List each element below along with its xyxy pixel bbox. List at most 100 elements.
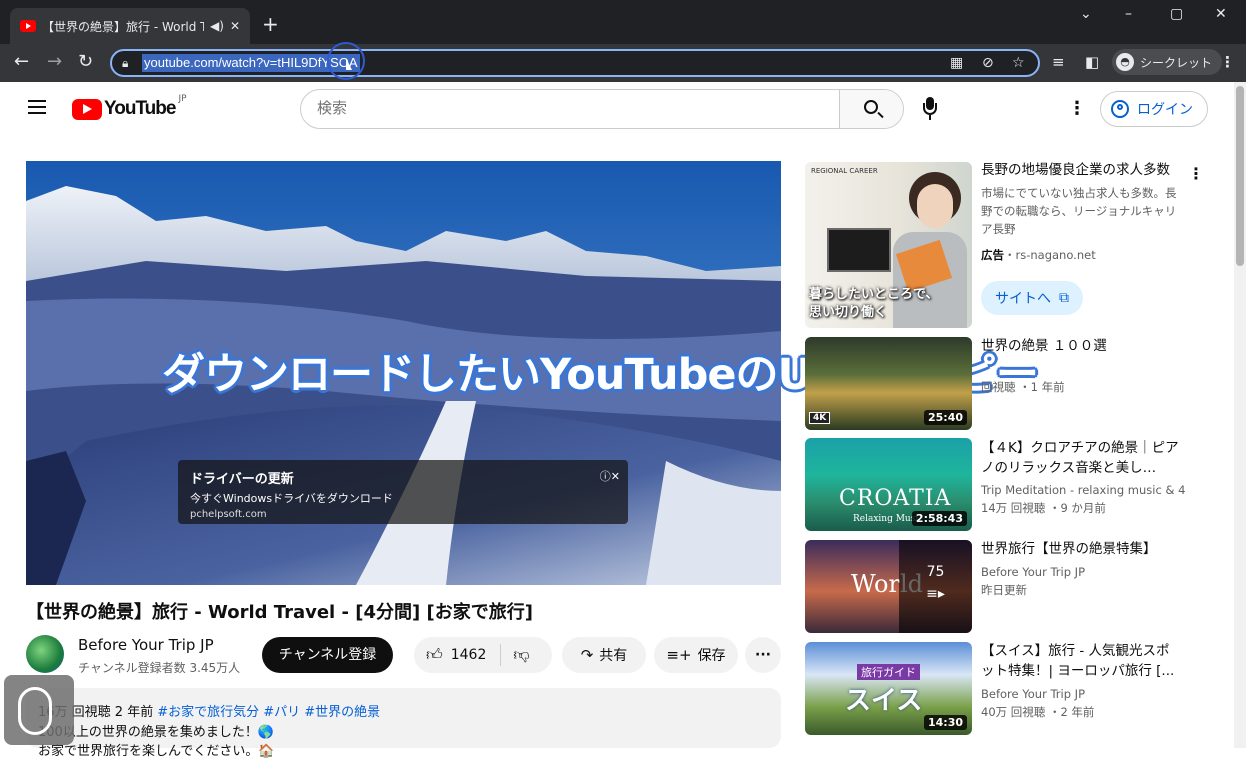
video-channel[interactable]: Trip Meditation - relaxing music & 4k… xyxy=(981,482,1186,499)
subscriber-count: チャンネル登録者数 3.45万人 xyxy=(78,661,241,675)
lock-icon[interactable]: 🔒︎ xyxy=(122,56,128,71)
address-bar[interactable]: 🔒︎ youtube.com/watch?v=tHIL9DfYSOA ▦ ⊘ ☆ xyxy=(110,49,1040,77)
more-actions-button[interactable]: ··· xyxy=(745,637,781,673)
video-thumbnail[interactable]: 4K 25:40 xyxy=(805,337,972,430)
video-meta: 14万 回視聴 ・9 か月前 xyxy=(981,501,1106,515)
youtube-wordmark: YouTube xyxy=(104,98,176,119)
like-icon[interactable]: 👍︎ xyxy=(426,645,443,665)
video-channel[interactable]: Before Your Trip JP xyxy=(981,686,1186,703)
video-duration: 14:30 xyxy=(923,715,967,730)
thumb-text: スイス xyxy=(845,686,923,716)
playlist-title-link[interactable]: 世界旅行【世界の絶景特集】 xyxy=(981,539,1181,559)
thumb-subtext: 旅行ガイド xyxy=(857,664,920,680)
bookmark-star-icon[interactable]: ☆ xyxy=(1012,55,1025,71)
mouse-indicator-icon xyxy=(18,687,52,735)
description-stats: 16万 回視聴 2 年前 #お家で旅行気分 #パリ #世界の絶景 xyxy=(38,701,380,720)
tab-close-icon[interactable]: ✕ xyxy=(230,19,240,33)
playlist-count-overlay: 75 ≡▸ xyxy=(899,540,972,633)
login-button[interactable]: ログイン xyxy=(1100,91,1208,127)
thumb-subtext: Relaxing Musi xyxy=(853,514,919,524)
overlay-ad[interactable]: ドライバーの更新 今すぐWindowsドライバをダウンロード pchelpsof… xyxy=(178,460,628,524)
reload-icon[interactable]: ↻ xyxy=(78,52,93,72)
video-title-link[interactable]: 【４K】クロアチアの絶景｜ピアノのリラックス音楽と美し… xyxy=(981,438,1181,478)
ad-sponsor: 広告・rs-nagano.net xyxy=(981,248,1096,262)
hamburger-menu-icon[interactable] xyxy=(28,100,46,114)
visit-site-label: サイトへ xyxy=(995,291,1051,307)
page-scrollbar[interactable] xyxy=(1234,82,1246,748)
screen-touch-indicator xyxy=(4,675,74,745)
person-face xyxy=(917,184,953,228)
video-meta: 回視聴 ・1 年前 xyxy=(981,380,1065,394)
visit-site-button[interactable]: サイトへ ⧉ xyxy=(981,281,1083,315)
youtube-favicon-icon xyxy=(20,20,36,32)
browser-tab[interactable]: 【世界の絶景】旅行 - World Tr ◀) ✕ xyxy=(10,8,250,44)
save-playlist-icon: ≡+ xyxy=(666,646,692,664)
channel-name[interactable]: Before Your Trip JP xyxy=(78,636,214,654)
hashtags[interactable]: #お家で旅行気分 #パリ #世界の絶景 xyxy=(157,705,380,720)
subscribe-button[interactable]: チャンネル登録 xyxy=(262,637,393,673)
side-panel-icon[interactable]: ◧ xyxy=(1085,53,1099,71)
settings-kebab-icon[interactable]: ⋮ xyxy=(1068,98,1086,119)
incognito-indicator[interactable]: ◓ シークレット xyxy=(1112,49,1223,75)
monitor xyxy=(827,228,891,272)
ad-thumbnail[interactable]: REGIONAL CAREER 暮らしたいところで、 思い切り働く xyxy=(805,162,972,328)
youtube-play-logo-icon xyxy=(72,98,102,120)
account-icon xyxy=(1111,100,1129,118)
like-dislike-group: 👍︎ 1462 👎︎ xyxy=(414,637,552,673)
maximize-button[interactable]: ▢ xyxy=(1170,6,1183,22)
share-label: 共有 xyxy=(599,648,628,664)
search-box xyxy=(300,89,904,129)
video-title-link[interactable]: 世界の絶景 １００選 xyxy=(981,336,1181,356)
forward-arrow-icon[interactable]: → xyxy=(47,52,62,72)
overlay-ad-close-icon[interactable]: ⓘ✕ xyxy=(600,468,620,484)
save-button[interactable]: ≡+ 保存 xyxy=(654,637,738,673)
qr-code-icon[interactable]: ▦ xyxy=(950,55,963,71)
tracking-blocked-icon[interactable]: ⊘ xyxy=(982,55,994,71)
new-tab-button[interactable]: + xyxy=(262,14,279,34)
youtube-header: YouTube JP ⋮ ログイン xyxy=(0,82,1234,138)
incognito-label: シークレット xyxy=(1140,55,1213,70)
share-button[interactable]: ↷ 共有 xyxy=(562,637,646,673)
close-window-button[interactable]: ✕ xyxy=(1215,6,1227,22)
ad-brand: REGIONAL CAREER xyxy=(811,167,878,175)
video-duration: 25:40 xyxy=(923,410,967,425)
overlay-ad-domain: pchelpsoft.com xyxy=(190,509,267,520)
divider xyxy=(500,644,502,666)
playlist-thumbnail[interactable]: World 75 ≡▸ xyxy=(805,540,972,633)
save-label: 保存 xyxy=(697,648,726,664)
tab-title: 【世界の絶景】旅行 - World Tr xyxy=(42,19,205,34)
channel-avatar[interactable] xyxy=(26,635,64,673)
overlay-ad-title: ドライバーの更新 xyxy=(190,472,294,487)
overlay-ad-text: 今すぐWindowsドライバをダウンロード xyxy=(190,492,393,505)
ad-caption-line: 暮らしたいところで、 xyxy=(809,287,939,302)
tab-search-icon[interactable]: ⌄ xyxy=(1080,6,1092,22)
login-label: ログイン xyxy=(1137,102,1193,118)
video-thumbnail[interactable]: 旅行ガイド スイス 14:30 xyxy=(805,642,972,735)
minimize-button[interactable]: – xyxy=(1125,6,1132,22)
browser-menu-icon[interactable]: ⋮ xyxy=(1220,53,1235,71)
ad-menu-icon[interactable]: ⋮ xyxy=(1188,164,1204,183)
video-thumbnail[interactable]: CROATIA Relaxing Musi 2:58:43 xyxy=(805,438,972,531)
4k-badge: 4K xyxy=(809,412,831,424)
search-button[interactable] xyxy=(839,90,903,128)
playlist-count: 75 xyxy=(926,564,945,580)
dislike-icon[interactable]: 👎︎ xyxy=(513,645,529,665)
video-title: 【世界の絶景】旅行 - World Travel - [4分間] [お家で旅行] xyxy=(26,602,533,623)
tab-audio-icon[interactable]: ◀) xyxy=(210,19,224,33)
playlist-icon: ≡▸ xyxy=(926,586,945,602)
share-icon: ↷ xyxy=(580,646,594,664)
description-line: お家で世界旅行を楽しんでください。🏠 xyxy=(38,744,275,759)
scrollbar-thumb[interactable] xyxy=(1236,86,1244,266)
playlist-channel[interactable]: Before Your Trip JP xyxy=(981,564,1186,581)
video-duration: 2:58:43 xyxy=(911,511,967,526)
browser-tab-strip: 【世界の絶景】旅行 - World Tr ◀) ✕ + ⌄ – ▢ ✕ xyxy=(0,0,1246,44)
like-count[interactable]: 1462 xyxy=(451,647,487,663)
youtube-logo[interactable]: YouTube JP xyxy=(72,94,187,120)
browser-toolbar: ← → ↻ 🔒︎ youtube.com/watch?v=tHIL9DfYSOA… xyxy=(0,44,1246,82)
reading-list-icon[interactable]: ≡ xyxy=(1052,53,1065,71)
microphone-icon[interactable] xyxy=(922,97,938,123)
ad-title[interactable]: 長野の地場優良企業の求人多数 xyxy=(981,160,1181,180)
video-title-link[interactable]: 【スイス】旅行 - 人気観光スポット特集！| ヨーロッパ旅行 [... xyxy=(981,641,1181,681)
search-input[interactable] xyxy=(317,99,817,117)
back-arrow-icon[interactable]: ← xyxy=(14,52,29,72)
